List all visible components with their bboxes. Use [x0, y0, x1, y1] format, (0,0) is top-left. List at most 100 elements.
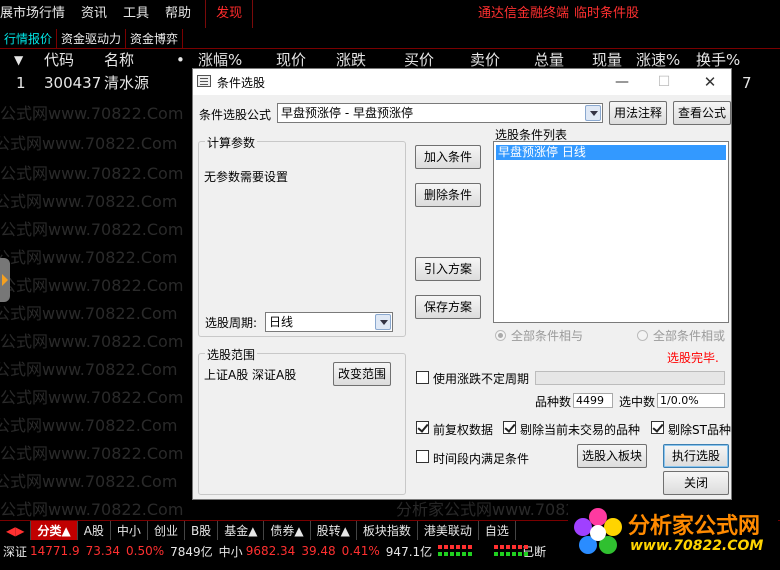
radio-or — [637, 330, 648, 341]
col-name[interactable]: 名称 — [104, 49, 134, 71]
bar-segment — [500, 545, 504, 549]
calc-params-group: 计算参数 无参数需要设置 选股周期: 日线 — [198, 134, 406, 337]
bar-segment — [494, 545, 498, 549]
formula-combo[interactable]: 早盘预涨停 - 早盘预涨停 — [277, 103, 603, 123]
menu-bar: 展市场行情 资讯 工具 帮助 发现 — [0, 0, 780, 28]
bar-segment — [438, 552, 442, 556]
watermark-text: 公式网www.70822.Com — [0, 192, 178, 211]
col-code[interactable]: 代码 — [44, 49, 74, 71]
sz-change: 73.34 — [85, 544, 120, 558]
watermark-text: 公式网www.70822.Com — [0, 304, 178, 323]
range-value: 上证A股 深证A股 — [204, 368, 297, 382]
bar-segment — [444, 545, 448, 549]
tab-sector-index[interactable]: 板块指数 — [357, 521, 418, 541]
bar-segment — [462, 552, 466, 556]
sort-arrow-icon[interactable]: ▼ — [14, 49, 23, 71]
time-period-checkbox[interactable] — [416, 450, 429, 463]
bar-segment — [518, 552, 522, 556]
uncertain-period-checkbox[interactable] — [416, 371, 429, 384]
condition-select-dialog: 条件选股 — ☐ ✕ 条件选股公式 早盘预涨停 - 早盘预涨停 用法注释 查看公… — [192, 68, 732, 500]
zx-pct: 0.41% — [341, 544, 380, 558]
tab-chinext[interactable]: 创业 — [148, 521, 185, 541]
tab-bond[interactable]: 债券▲ — [264, 521, 311, 541]
tab-category[interactable]: 分类▲ — [31, 521, 78, 541]
minimize-icon[interactable]: — — [607, 71, 637, 93]
terminal-link[interactable]: 通达信金融终端 — [478, 0, 569, 28]
add-condition-button[interactable]: 加入条件 — [415, 145, 481, 169]
exclude-st-checkbox[interactable] — [651, 421, 664, 434]
tab-transfer[interactable]: 股转▲ — [311, 521, 357, 541]
bar-segment — [468, 545, 472, 549]
condition-list[interactable]: 早盘预涨停 日线 — [493, 141, 729, 323]
uncertain-period-label: 使用涨跌不定周期 — [433, 372, 530, 386]
change-range-button[interactable]: 改变范围 — [333, 362, 391, 386]
watermark-text: 公式网www.70822.Com — [0, 332, 184, 351]
tab-a-share[interactable]: A股 — [78, 521, 111, 541]
watermark-text: 公式网www.70822.Com — [0, 416, 178, 435]
list-item[interactable]: 早盘预涨停 日线 — [496, 145, 726, 160]
usage-notes-button[interactable]: 用法注释 — [609, 101, 667, 125]
bar-segment — [438, 545, 442, 549]
dialog-titlebar[interactable]: 条件选股 — ☐ ✕ — [193, 69, 731, 95]
range-title: 选股范围 — [205, 346, 258, 363]
selected-field: 1/0.0% — [657, 393, 725, 408]
period-value: 日线 — [269, 315, 294, 329]
restore-right-checkbox[interactable] — [416, 421, 429, 434]
range-group: 选股范围 上证A股 深证A股 改变范围 — [198, 346, 406, 495]
tab-fund[interactable]: 基金▲ — [218, 521, 265, 541]
sz-label: 深证 — [3, 544, 28, 559]
chevron-down-icon[interactable] — [585, 105, 601, 121]
tab-hk-us[interactable]: 港美联动 — [418, 521, 479, 541]
menu-market[interactable]: 展市场行情 — [0, 0, 73, 28]
bar-segment — [450, 552, 454, 556]
tab-fund-drive[interactable]: 资金驱动力 — [57, 29, 127, 49]
tab-watchlist[interactable]: 自选 — [479, 521, 516, 541]
menu-discover[interactable]: 发现 — [205, 0, 254, 28]
count-field: 4499 — [573, 393, 613, 408]
exclude-untraded-checkbox[interactable] — [503, 421, 516, 434]
row-name: 清水源 — [104, 74, 150, 92]
view-formula-button[interactable]: 查看公式 — [673, 101, 731, 125]
row-index: 1 — [16, 74, 26, 92]
bar-segment — [506, 545, 510, 549]
menu-help[interactable]: 帮助 — [157, 0, 199, 28]
maximize-icon: ☐ — [657, 74, 671, 90]
bar-segment — [494, 552, 498, 556]
tab-fund-game[interactable]: 资金博弈 — [126, 29, 184, 49]
sz-pct: 0.50% — [126, 544, 165, 558]
watermark-text: 公式网www.70822.Com — [0, 388, 184, 407]
tab-sme[interactable]: 中小 — [111, 521, 148, 541]
tab-quotes[interactable]: 行情报价 — [0, 29, 58, 49]
delete-condition-button[interactable]: 删除条件 — [415, 183, 481, 207]
save-scheme-button[interactable]: 保存方案 — [415, 295, 481, 319]
formula-value: 早盘预涨停 - 早盘预涨停 — [281, 106, 413, 120]
close-icon[interactable]: ✕ — [695, 71, 725, 93]
logo-title: 分析家公式网 — [628, 514, 761, 539]
import-scheme-button[interactable]: 引入方案 — [415, 257, 481, 281]
quote-tabs: 行情报价 资金驱动力 资金博弈 — [0, 29, 780, 49]
flower-logo-icon — [574, 508, 622, 554]
temp-condition-link[interactable]: 临时条件股 — [574, 0, 639, 28]
chevron-down-icon[interactable] — [375, 314, 391, 330]
close-dialog-button[interactable]: 关闭 — [663, 471, 729, 495]
menu-news[interactable]: 资讯 — [73, 0, 115, 28]
exclude-untraded-label: 剔除当前未交易的品种 — [520, 423, 641, 437]
zx-change: 39.48 — [301, 544, 336, 558]
watermark-text: 公式网www.70822.Com — [0, 134, 178, 153]
bar-segment — [512, 545, 516, 549]
watermark-text: 公式网www.70822.Com — [0, 104, 184, 123]
period-combo[interactable]: 日线 — [265, 312, 393, 332]
watermark-text: 公式网www.70822.Com — [0, 248, 178, 267]
scroll-arrow-icon[interactable]: ◀▶ — [0, 521, 32, 541]
tab-b-share[interactable]: B股 — [185, 521, 219, 541]
watermark-text: 公式网www.70822.Com — [0, 500, 184, 519]
watermark-text: 公式网www.70822.Com — [0, 360, 178, 379]
sz-index: 14771.9 — [30, 544, 80, 558]
menu-tools[interactable]: 工具 — [115, 0, 157, 28]
zx-index: 9682.34 — [245, 544, 296, 558]
watermark-text: 公式网www.70822.Com — [0, 472, 178, 491]
execute-select-button[interactable]: 执行选股 — [663, 444, 729, 468]
to-board-button[interactable]: 选股入板块 — [577, 444, 647, 468]
row-turnover: 7 — [742, 74, 752, 92]
side-panel-handle[interactable] — [0, 258, 10, 302]
